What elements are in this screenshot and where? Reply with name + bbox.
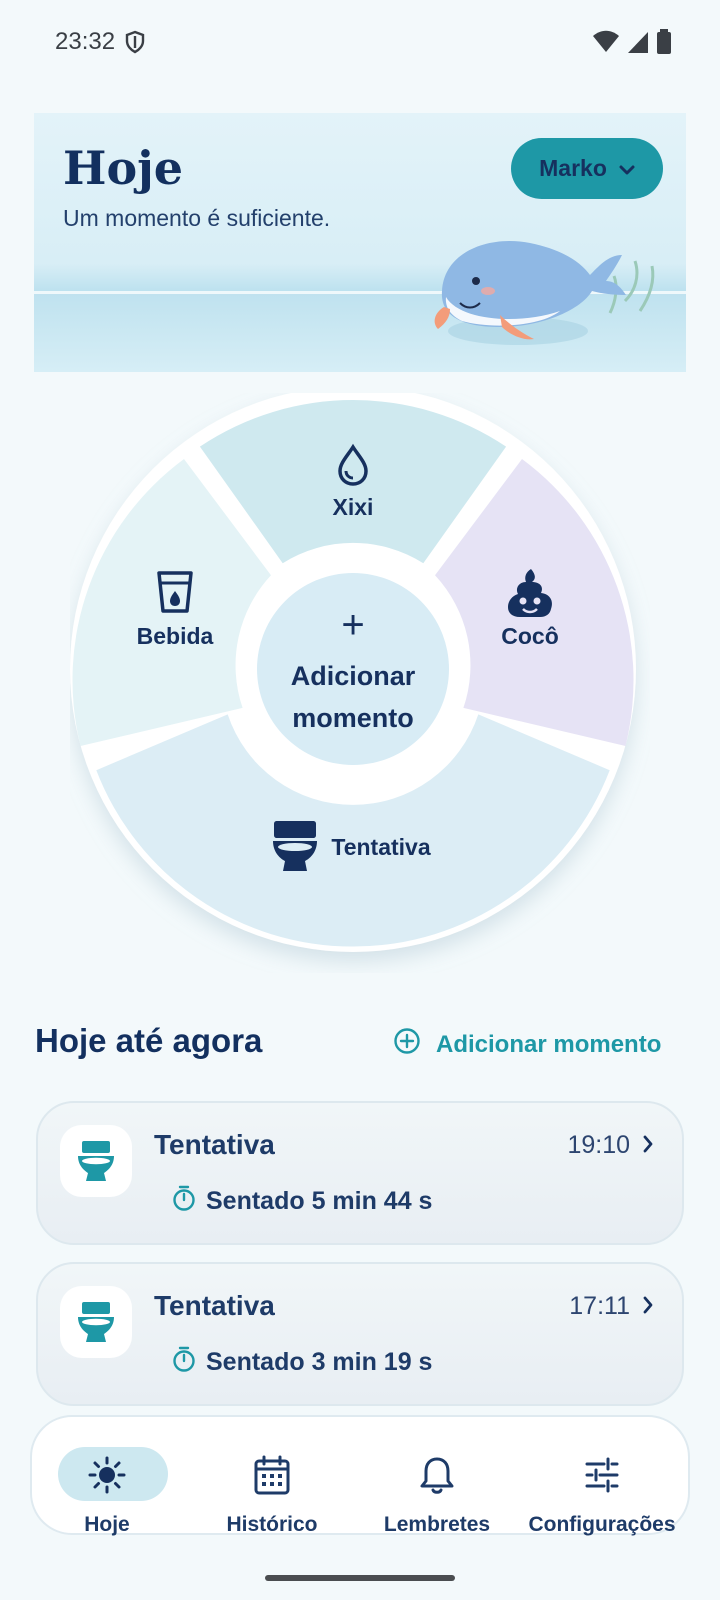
entry-detail-text: Sentado 3 min 19 s: [206, 1348, 433, 1376]
add-moment-link-label: Adicionar momento: [436, 1030, 662, 1058]
nav-label-historico: Histórico: [226, 1513, 318, 1536]
home-indicator[interactable]: [265, 1575, 455, 1581]
moment-wheel: Xixi Bebida Cocô + Adicionar momento Ten…: [70, 386, 650, 978]
toilet-icon: [60, 1125, 132, 1197]
chevron-right-icon: [642, 1296, 654, 1319]
toilet-icon: [60, 1286, 132, 1358]
hero-banner: Hoje Um momento é suficiente. Marko: [34, 113, 686, 372]
entry-detail: Sentado 5 min 44 s: [172, 1185, 432, 1218]
segment-tentativa-label: Tentativa: [331, 834, 430, 860]
entry-time: 17:11: [569, 1292, 630, 1320]
shield-icon: [124, 30, 146, 59]
entry-detail-text: Sentado 5 min 44 s: [206, 1187, 433, 1215]
status-bar: 23:32: [0, 0, 720, 86]
status-icons: [592, 29, 672, 60]
nav-item-configuracoes[interactable]: Configurações: [527, 1431, 677, 1536]
whale-illustration: [430, 231, 670, 366]
entry-card[interactable]: Tentativa 17:11 Sentado 3 min 19 s: [36, 1262, 684, 1406]
bell-icon: [362, 1455, 512, 1495]
profile-name: Marko: [539, 155, 607, 181]
entry-card[interactable]: Tentativa 19:10 Sentado 5 min 44 s: [36, 1101, 684, 1245]
chevron-down-icon: [619, 155, 635, 182]
profile-selector-button[interactable]: Marko: [511, 138, 663, 199]
status-time: 23:32: [55, 28, 116, 55]
timer-icon: [172, 1346, 196, 1379]
segment-xixi-label: Xixi: [333, 494, 374, 520]
nav-label-lembretes: Lembretes: [383, 1513, 491, 1536]
entry-title: Tentativa: [154, 1290, 275, 1321]
section-title: Hoje até agora: [35, 1022, 263, 1059]
page-subtitle: Um momento é suficiente.: [63, 205, 331, 231]
nav-label-hoje: Hoje: [84, 1513, 130, 1536]
nav-item-historico[interactable]: Histórico: [197, 1431, 347, 1536]
entry-detail: Sentado 3 min 19 s: [172, 1346, 432, 1379]
plus-circle-icon: [394, 1028, 420, 1061]
entry-title: Tentativa: [154, 1129, 275, 1160]
calendar-icon: [197, 1455, 347, 1495]
battery-icon: [656, 29, 672, 60]
wifi-icon: [592, 30, 620, 59]
nav-label-configuracoes: Configurações: [528, 1513, 676, 1536]
plus-icon: +: [341, 603, 364, 647]
bottom-navigation: Hoje Histórico Lembretes Configurações: [30, 1415, 690, 1536]
nav-item-lembretes[interactable]: Lembretes: [362, 1431, 512, 1536]
segment-bebida-label: Bebida: [137, 623, 214, 649]
segment-coco-label: Cocô: [501, 623, 559, 649]
add-moment-line2: momento: [292, 703, 414, 733]
add-moment-line1: Adicionar: [291, 661, 416, 691]
entry-time: 19:10: [567, 1131, 630, 1159]
sliders-icon: [527, 1455, 677, 1495]
add-moment-link[interactable]: Adicionar momento: [394, 1028, 661, 1061]
signal-icon: [626, 30, 650, 59]
chevron-right-icon: [642, 1135, 654, 1158]
nav-item-hoje[interactable]: Hoje: [32, 1431, 182, 1536]
page-title: Hoje: [63, 141, 184, 195]
sun-icon: [32, 1455, 182, 1495]
timer-icon: [172, 1185, 196, 1218]
